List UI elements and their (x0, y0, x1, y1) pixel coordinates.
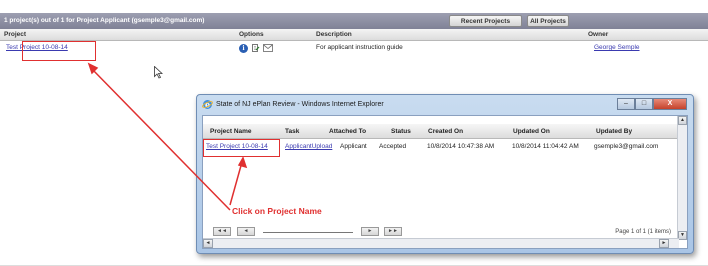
projects-grid-header: 1 project(s) out of 1 for Project Applic… (0, 13, 708, 29)
maximize-button[interactable]: □ (635, 98, 653, 110)
close-button[interactable]: X (653, 98, 687, 110)
column-project-name[interactable]: Project Name (210, 124, 252, 139)
minimize-button[interactable]: – (617, 98, 635, 110)
projects-column-header: Project Options Description Owner (0, 29, 708, 41)
attached-to-value: Applicant (340, 143, 367, 150)
recent-projects-button[interactable]: Recent Projects (449, 15, 522, 27)
window-titlebar[interactable]: e State of NJ ePlan Review - Windows Int… (197, 95, 693, 114)
pager-divider (263, 232, 353, 233)
document-icon[interactable] (251, 43, 260, 53)
project-link-highlight (22, 41, 96, 61)
table-row: Test Project 10-08-14 i For applicant in… (0, 41, 708, 55)
column-project[interactable]: Project (4, 29, 26, 41)
info-icon[interactable]: i (239, 43, 248, 53)
last-page-button[interactable]: ►► (384, 227, 402, 236)
browser-popup-window: e State of NJ ePlan Review - Windows Int… (196, 94, 694, 254)
column-updated-on[interactable]: Updated On (513, 124, 550, 139)
project-description: For applicant instruction guide (316, 44, 403, 51)
status-value: Accepted (379, 143, 407, 150)
page-info: Page 1 of 1 (1 items) (615, 229, 671, 235)
owner-link[interactable]: George Semple (594, 41, 640, 55)
svg-text:e: e (205, 99, 210, 109)
project-count-text: 1 project(s) out of 1 for Project Applic… (4, 17, 205, 24)
mail-icon[interactable] (263, 44, 273, 52)
horizontal-scrollbar[interactable]: ◄ ► (203, 238, 679, 248)
column-task[interactable]: Task (285, 124, 299, 139)
column-updated-by[interactable]: Updated By (596, 124, 632, 139)
updated-by-value: gsemple3@gmail.com (594, 143, 659, 150)
row-options: i (239, 43, 273, 53)
column-status[interactable]: Status (391, 124, 411, 139)
column-options[interactable]: Options (239, 29, 264, 41)
internet-explorer-icon: e (202, 99, 213, 109)
column-created-on[interactable]: Created On (428, 124, 463, 139)
pager-bar: ◄◄ ◄ ► ►► Page 1 of 1 (1 items) (203, 227, 679, 237)
column-description[interactable]: Description (316, 29, 352, 41)
column-attached-to[interactable]: Attached To (329, 124, 366, 139)
prev-page-button[interactable]: ◄ (237, 227, 255, 236)
next-page-button[interactable]: ► (361, 227, 379, 236)
scroll-left-icon[interactable]: ◄ (203, 239, 213, 248)
column-owner[interactable]: Owner (588, 29, 608, 41)
scroll-up-icon[interactable]: ▲ (678, 116, 687, 125)
updated-on-value: 10/8/2014 11:04:42 AM (512, 143, 579, 150)
task-link[interactable]: ApplicantUpload (285, 140, 332, 154)
scroll-right-icon[interactable]: ► (659, 239, 669, 248)
vertical-scrollbar[interactable]: ▲ ▼ (677, 116, 687, 240)
tasks-column-header: Project Name Task Attached To Status Cre… (203, 124, 679, 139)
browser-content: Project Name Task Attached To Status Cre… (202, 115, 688, 249)
instruction-callout: Click on Project Name (232, 206, 322, 216)
all-projects-button[interactable]: All Projects (527, 15, 569, 27)
mouse-cursor-icon (154, 66, 163, 79)
window-controls: – □ X (617, 98, 687, 110)
created-on-value: 10/8/2014 10:47:38 AM (427, 143, 495, 150)
first-page-button[interactable]: ◄◄ (213, 227, 231, 236)
scroll-down-icon[interactable]: ▼ (678, 231, 687, 240)
popup-link-highlight (203, 139, 280, 157)
window-title: State of NJ ePlan Review - Windows Inter… (216, 101, 384, 108)
